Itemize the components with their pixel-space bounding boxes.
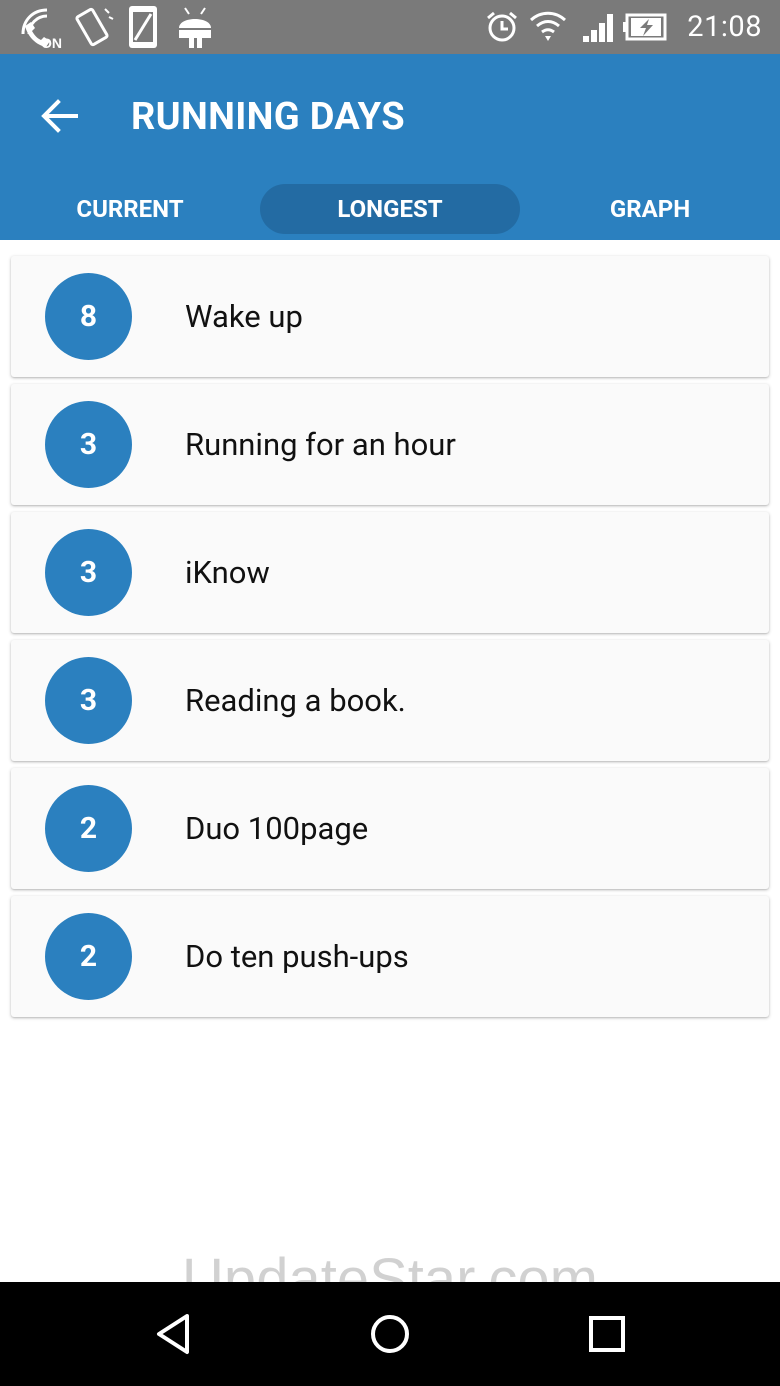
tab-longest[interactable]: LONGEST [260, 184, 520, 234]
screen-rotation-icon [70, 4, 116, 50]
tab-bar: CURRENT LONGEST GRAPH [0, 184, 780, 234]
volte-on-icon: ON [16, 4, 64, 50]
habit-name: Wake up [185, 298, 303, 335]
habit-name: Reading a book. [185, 682, 406, 719]
arrow-left-icon [41, 99, 78, 133]
android-icon [176, 4, 214, 50]
app-bar: RUNNING DAYS CURRENT LONGEST GRAPH [0, 54, 780, 240]
list-item[interactable]: 3 Running for an hour [11, 384, 769, 505]
habit-name: Do ten push-ups [185, 938, 409, 975]
list-item[interactable]: 2 Duo 100page [11, 768, 769, 889]
status-time: 21:08 [687, 10, 762, 44]
list-item[interactable]: 8 Wake up [11, 256, 769, 377]
habit-name: iKnow [185, 554, 270, 591]
svg-text:ON: ON [41, 35, 62, 50]
list-item[interactable]: 3 iKnow [11, 512, 769, 633]
tab-graph[interactable]: GRAPH [520, 184, 780, 234]
tab-current[interactable]: CURRENT [0, 184, 260, 234]
days-badge: 3 [45, 529, 132, 616]
navigation-bar [0, 1282, 780, 1386]
nav-home-button[interactable] [365, 1309, 415, 1359]
habit-list: 8 Wake up 3 Running for an hour 3 iKnow … [11, 256, 769, 1024]
recents-square-icon [589, 1316, 625, 1352]
days-badge: 2 [45, 785, 132, 872]
wifi-icon [528, 4, 568, 50]
days-badge: 8 [45, 273, 132, 360]
list-item[interactable]: 3 Reading a book. [11, 640, 769, 761]
phone-icon [126, 4, 160, 50]
days-badge: 3 [45, 401, 132, 488]
home-circle-icon [371, 1315, 409, 1353]
habit-name: Running for an hour [185, 426, 456, 463]
alarm-icon [484, 4, 520, 50]
nav-recents-button[interactable] [582, 1309, 632, 1359]
nav-back-button[interactable] [148, 1309, 198, 1359]
battery-charging-icon [622, 4, 670, 50]
signal-icon [580, 4, 618, 50]
habit-name: Duo 100page [185, 810, 369, 847]
page-title: RUNNING DAYS [131, 95, 405, 139]
days-badge: 2 [45, 913, 132, 1000]
days-badge: 3 [45, 657, 132, 744]
list-item[interactable]: 2 Do ten push-ups [11, 896, 769, 1017]
back-button[interactable] [30, 86, 90, 146]
status-bar: ON 21:08 [0, 0, 780, 54]
back-triangle-icon [157, 1314, 189, 1354]
